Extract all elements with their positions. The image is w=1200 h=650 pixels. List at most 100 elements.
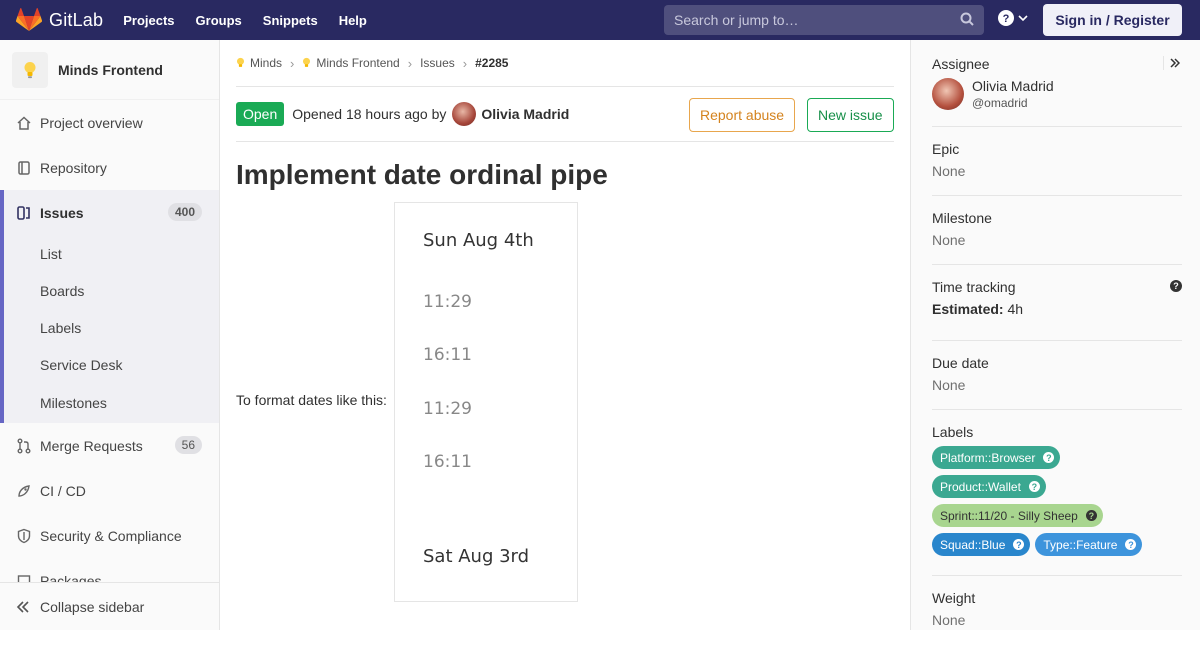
- breadcrumb-minds[interactable]: Minds: [250, 56, 282, 70]
- label-text: Squad::Blue: [940, 537, 1006, 552]
- sidebar-item-label: Issues: [40, 204, 84, 221]
- label-text: Type::Feature: [1043, 537, 1118, 552]
- label-text: Product::Wallet: [940, 479, 1021, 494]
- sidebar-subitem-milestones[interactable]: Milestones: [4, 383, 219, 423]
- due-date-value: None: [932, 377, 966, 393]
- sidebar-item-security-compliance[interactable]: Security & Compliance: [0, 513, 219, 558]
- sidebar-item-label: Project overview: [40, 114, 143, 131]
- report-abuse-button[interactable]: Report abuse: [689, 98, 796, 132]
- sidebar-item-label: Merge Requests: [40, 437, 143, 454]
- search-icon: [960, 12, 974, 26]
- assignee-row[interactable]: Olivia Madrid @omadrid: [932, 78, 1182, 110]
- due-date-block: Due date None: [932, 355, 1182, 410]
- gitlab-tanuki-icon: [16, 8, 42, 31]
- sidebar-subitem-service-desk[interactable]: Service Desk: [4, 346, 219, 383]
- nav-projects[interactable]: Projects: [123, 0, 174, 40]
- avatar[interactable]: [452, 102, 477, 126]
- epic-value: None: [932, 163, 966, 179]
- collapse-sidebar-button[interactable]: Collapse sidebar: [0, 582, 219, 630]
- assignee-name: Olivia Madrid: [972, 78, 1054, 94]
- image-day-heading: Sat Aug 3rd: [423, 546, 530, 567]
- main-content: Minds › Minds Frontend › Issues › #2285 …: [236, 40, 894, 602]
- sign-in-button[interactable]: Sign in / Register: [1043, 4, 1182, 36]
- sidebar-subitem-list[interactable]: List: [4, 235, 219, 272]
- epic-title: Epic: [932, 141, 960, 157]
- chevron-down-icon: [1018, 15, 1028, 22]
- breadcrumb-issue-number[interactable]: #2285: [475, 56, 508, 70]
- label-platform-browser[interactable]: Platform::Browser?: [932, 446, 1061, 469]
- lightbulb-icon: [236, 57, 245, 67]
- project-sidebar: Minds Frontend Project overview Reposito…: [0, 40, 220, 630]
- nav-snippets[interactable]: Snippets: [263, 0, 318, 40]
- breadcrumb-issues[interactable]: Issues: [420, 56, 455, 70]
- sidebar-item-label: CI / CD: [40, 482, 86, 499]
- lightbulb-icon: [24, 61, 36, 78]
- gitlab-logo[interactable]: GitLab: [16, 8, 103, 32]
- estimated-label: Estimated:: [932, 301, 1004, 317]
- description-text: To format dates like this:: [236, 392, 387, 408]
- top-nav-links: Projects Groups Snippets Help: [123, 0, 388, 40]
- issue-title: Implement date ordinal pipe: [236, 159, 608, 190]
- sidebar-subitem-boards[interactable]: Boards: [4, 272, 219, 309]
- time-tracking-block: Time tracking ? Estimated: 4h: [932, 279, 1182, 341]
- sidebar-item-issues[interactable]: Issues 400: [4, 190, 219, 235]
- search-input[interactable]: Search or jump to…: [664, 5, 984, 35]
- question-circle-icon: ?: [1085, 510, 1097, 521]
- assignee-handle: @omadrid: [972, 96, 1028, 110]
- weight-value: None: [932, 612, 966, 628]
- label-product-wallet[interactable]: Product::Wallet?: [932, 475, 1046, 498]
- sidebar-item-merge-requests[interactable]: Merge Requests 56: [0, 423, 219, 468]
- label-type-feature[interactable]: Type::Feature?: [1035, 533, 1143, 556]
- help-dropdown[interactable]: ?: [998, 10, 1028, 26]
- status-badge: Open: [236, 102, 285, 126]
- merge-request-icon: [16, 438, 32, 454]
- sidebar-item-project-overview[interactable]: Project overview: [0, 100, 219, 145]
- issue-sidebar: Assignee Olivia Madrid @omadrid Epic Non…: [910, 40, 1200, 630]
- milestone-title: Milestone: [932, 210, 992, 226]
- nav-groups[interactable]: Groups: [196, 0, 242, 40]
- issues-icon: [16, 205, 32, 221]
- image-time: 16:11: [423, 345, 472, 365]
- issue-header-bar: Open Opened 18 hours ago by Olivia Madri…: [236, 87, 894, 142]
- svg-text:?: ?: [1003, 13, 1010, 25]
- question-circle-icon: ?: [998, 10, 1014, 26]
- author-link[interactable]: Olivia Madrid: [481, 106, 569, 122]
- milestone-block: Milestone None: [932, 210, 1182, 265]
- question-circle-icon: ?: [1013, 539, 1025, 550]
- project-name: Minds Frontend: [58, 61, 163, 78]
- description-image[interactable]: Sun Aug 4th 11:29 16:11 11:29 16:11 Sat …: [394, 202, 578, 602]
- assignee-title: Assignee: [932, 56, 990, 72]
- top-navbar: GitLab Projects Groups Snippets Help Sea…: [0, 0, 1200, 40]
- sidebar-item-label: Repository: [40, 159, 107, 176]
- issue-description: To format dates like this: Sun Aug 4th 1…: [236, 202, 894, 602]
- assignee-info: Olivia Madrid @omadrid: [972, 78, 1054, 110]
- expand-sidebar-button[interactable]: [1163, 56, 1180, 70]
- avatar: [932, 78, 964, 110]
- rocket-icon: [16, 483, 32, 499]
- sidebar-item-repository[interactable]: Repository: [0, 145, 219, 190]
- book-icon: [16, 160, 32, 176]
- label-sprint[interactable]: Sprint::11/20 - Silly Sheep?: [932, 504, 1103, 527]
- new-issue-button[interactable]: New issue: [807, 98, 894, 132]
- breadcrumb-minds-frontend[interactable]: Minds Frontend: [316, 56, 399, 70]
- label-text: Sprint::11/20 - Silly Sheep: [940, 508, 1078, 523]
- labels-list: Platform::Browser? Product::Wallet? Spri…: [932, 446, 1182, 562]
- time-estimate-row: Estimated: 4h: [932, 301, 1182, 317]
- weight-title: Weight: [932, 590, 976, 606]
- labels-block: Labels Platform::Browser? Product::Walle…: [932, 424, 1182, 576]
- labels-title: Labels: [932, 424, 974, 440]
- shield-icon: [16, 528, 32, 544]
- question-circle-icon[interactable]: ?: [1170, 280, 1182, 292]
- breadcrumb-separator: ›: [462, 55, 468, 71]
- breadcrumb-separator: ›: [407, 55, 413, 71]
- image-day-heading: Sun Aug 4th: [423, 230, 534, 251]
- sidebar-item-ci-cd[interactable]: CI / CD: [0, 468, 219, 513]
- label-squad-blue[interactable]: Squad::Blue?: [932, 533, 1031, 556]
- home-icon: [16, 115, 32, 131]
- milestone-value: None: [932, 232, 966, 248]
- project-avatar: [12, 51, 48, 88]
- image-time: 11:29: [423, 399, 472, 419]
- nav-help[interactable]: Help: [339, 0, 367, 40]
- project-header[interactable]: Minds Frontend: [0, 40, 219, 100]
- sidebar-subitem-labels[interactable]: Labels: [4, 309, 219, 346]
